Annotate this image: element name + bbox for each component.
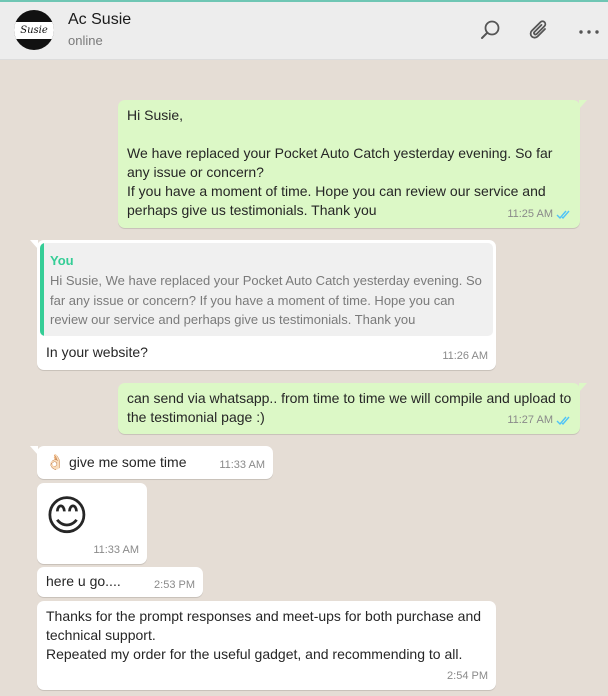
message-time: 2:54 PM: [447, 670, 488, 682]
chat-area[interactable]: Hi Susie, We have replaced your Pocket A…: [0, 61, 608, 696]
message-text: In your website?: [46, 344, 148, 360]
message-time: 11:26 AM: [442, 350, 488, 362]
quoted-message[interactable]: You Hi Susie, We have replaced your Pock…: [40, 243, 493, 336]
avatar-logo-text: Susie: [20, 25, 48, 36]
bubble-tail: [30, 240, 38, 249]
contact-status: online: [68, 33, 103, 48]
bubble-tail: [579, 383, 587, 392]
message-meta: 11:27 AM: [507, 411, 572, 430]
message-text: give me some time: [69, 454, 187, 470]
message-time: 11:27 AM: [507, 414, 553, 426]
message-meta: 11:26 AM: [442, 347, 488, 366]
chat-header: Susie Ac Susie online: [0, 2, 608, 60]
avatar[interactable]: Susie: [14, 10, 54, 50]
paperclip-icon[interactable]: [526, 17, 552, 43]
message-meta: 11:33 AM: [219, 456, 265, 475]
message-time: 11:25 AM: [507, 208, 553, 220]
message-text: Thanks for the prompt responses and meet…: [46, 608, 482, 662]
message-bubble-incoming[interactable]: You Hi Susie, We have replaced your Pock…: [30, 240, 496, 370]
message-bubble-incoming[interactable]: 👌🏻 give me some time 11:33 AM: [30, 446, 273, 479]
double-check-icon: [556, 416, 570, 426]
message-time: 11:33 AM: [219, 459, 265, 471]
message-bubble-incoming[interactable]: here u go.... 2:53 PM: [37, 567, 203, 597]
message-meta: 2:53 PM: [154, 576, 195, 595]
message-time: 2:53 PM: [154, 579, 195, 591]
message-text: here u go....: [46, 573, 121, 589]
message-meta: 2:54 PM: [447, 667, 488, 686]
search-icon[interactable]: [478, 17, 504, 43]
smiling-face-emoji: 😊: [45, 492, 89, 539]
message-bubble-incoming[interactable]: 😊 11:33 AM: [37, 483, 147, 564]
message-meta: 11:25 AM: [507, 205, 572, 224]
message-bubble-outgoing[interactable]: can send via whatsapp.. from time to tim…: [118, 383, 587, 434]
message-bubble-incoming[interactable]: Thanks for the prompt responses and meet…: [37, 601, 496, 690]
message-text: Hi Susie, We have replaced your Pocket A…: [127, 107, 553, 218]
message-bubble-outgoing[interactable]: Hi Susie, We have replaced your Pocket A…: [118, 100, 587, 228]
double-check-icon: [556, 210, 570, 220]
quote-accent-bar: [40, 243, 44, 336]
bubble-tail: [579, 100, 587, 109]
bubble-tail: [30, 446, 38, 455]
ok-hand-emoji: 👌🏻: [46, 454, 65, 471]
quote-author: You: [50, 253, 74, 268]
quote-text: Hi Susie, We have replaced your Pocket A…: [50, 273, 482, 327]
more-options-icon[interactable]: [577, 17, 603, 43]
message-time: 11:33 AM: [93, 544, 139, 556]
contact-name[interactable]: Ac Susie: [68, 11, 131, 29]
message-meta: 11:33 AM: [93, 541, 139, 560]
